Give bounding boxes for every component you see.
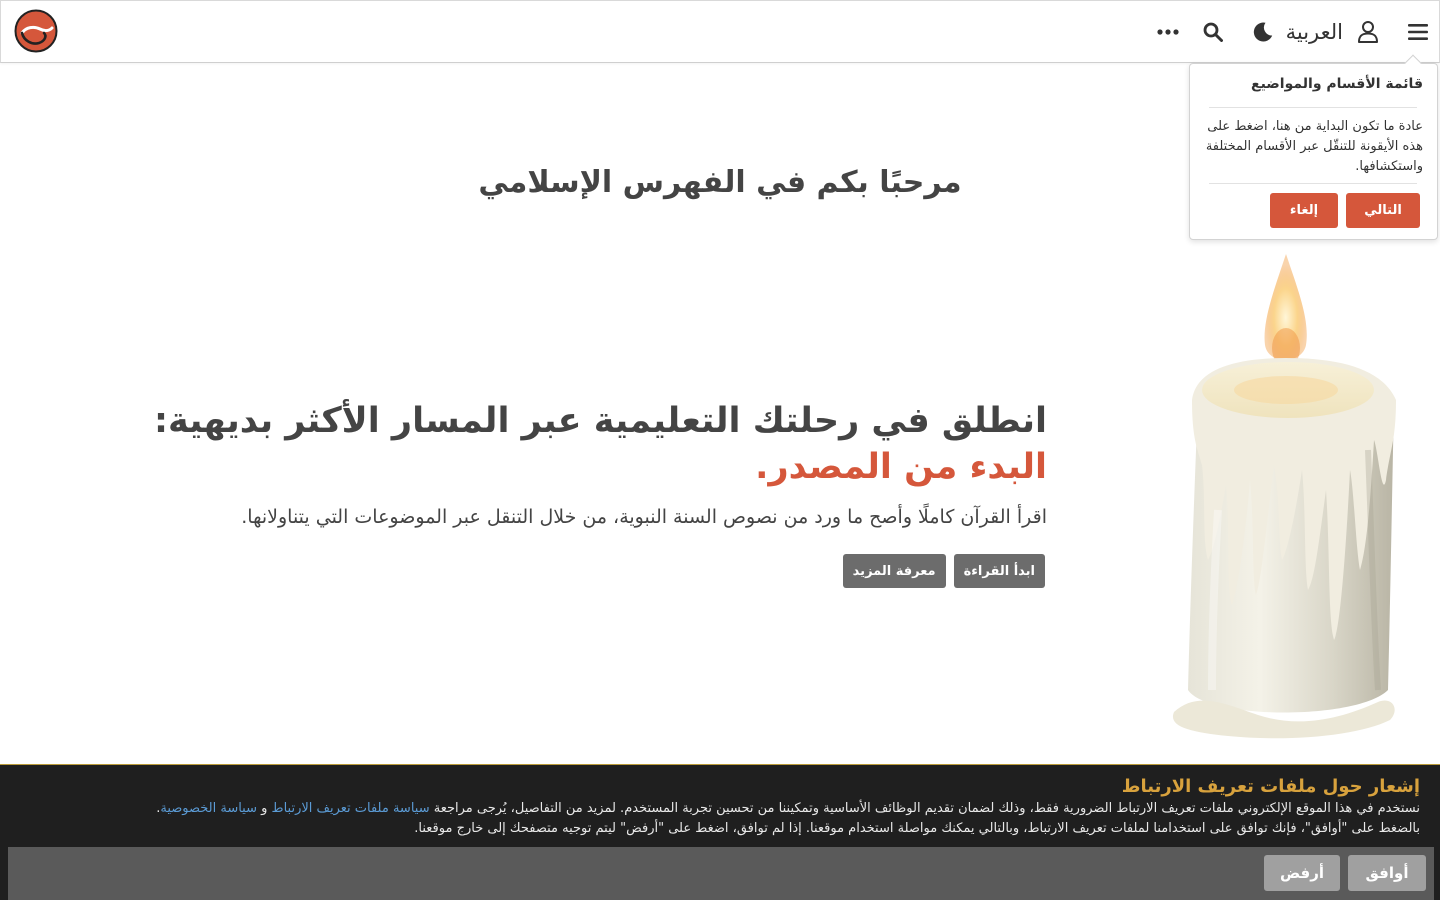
- popover-divider: [1209, 107, 1417, 108]
- ellipsis-icon[interactable]: [1153, 17, 1183, 47]
- cookie-text-line-2: بالضغط على "أوافق"، فإنك توافق على استخد…: [414, 821, 1420, 836]
- popover-divider: [1209, 183, 1417, 184]
- tour-next-button[interactable]: التالي: [1346, 193, 1420, 228]
- cookie-accept-button[interactable]: أوافق: [1348, 855, 1426, 891]
- hamburger-icon[interactable]: [1403, 17, 1433, 47]
- site-logo-icon[interactable]: [14, 9, 58, 53]
- candle-image: [1168, 250, 1400, 742]
- cookie-buttons: أوافق أرفض: [1264, 855, 1426, 891]
- hero-title-main: انطلق في رحلتك التعليمية عبر المسار الأك…: [153, 401, 1047, 441]
- tour-popover: قائمة الأقسام والمواضيع عادة ما تكون الب…: [1189, 54, 1438, 240]
- cookie-text: نستخدم في هذا الموقع الإلكتروني ملفات تع…: [60, 799, 1420, 839]
- cookie-banner: إشعار حول ملفات تعريف الارتباط نستخدم في…: [0, 764, 1440, 900]
- popover-body: عادة ما تكون البداية من هنا، اضغط على هذ…: [1205, 119, 1423, 174]
- tour-cancel-button[interactable]: إلغاء: [1270, 193, 1338, 228]
- popover-buttons: التالي إلغاء: [1270, 193, 1420, 228]
- cookie-reject-button[interactable]: أرفض: [1264, 855, 1340, 891]
- hero-title-accent: البدء من المصدر.: [755, 447, 1047, 487]
- cookie-policy-link[interactable]: سياسة ملفات تعريف الارتباط: [272, 801, 430, 816]
- hero-title: انطلق في رحلتك التعليمية عبر المسار الأك…: [147, 398, 1047, 490]
- search-icon[interactable]: [1198, 17, 1228, 47]
- popover-title: قائمة الأقسام والمواضيع: [1251, 76, 1423, 92]
- learn-more-button[interactable]: معرفة المزيد: [842, 554, 946, 588]
- user-icon[interactable]: [1353, 17, 1383, 47]
- cookie-title: إشعار حول ملفات تعريف الارتباط: [1121, 776, 1420, 797]
- start-reading-button[interactable]: ابدأ القراءة: [953, 554, 1045, 588]
- cookie-text-and: و: [257, 801, 272, 816]
- hero-buttons: ابدأ القراءة معرفة المزيد: [842, 554, 1045, 588]
- cookie-text-line-1: نستخدم في هذا الموقع الإلكتروني ملفات تع…: [60, 799, 1420, 819]
- privacy-policy-link[interactable]: سياسة الخصوصية: [160, 801, 257, 816]
- moon-icon[interactable]: [1248, 17, 1278, 47]
- top-navbar: العربية: [0, 0, 1440, 63]
- cookie-text-part: نستخدم في هذا الموقع الإلكتروني ملفات تع…: [429, 801, 1420, 816]
- hero-subtitle: اقرأ القرآن كاملًا وأصح ما ورد من نصوص ا…: [241, 506, 1047, 528]
- cookie-button-bar: أوافق أرفض: [8, 847, 1434, 900]
- page: العربية مرحبًا بكم في الفهرس الإسلامي ان…: [0, 0, 1440, 900]
- language-selector[interactable]: العربية: [1286, 17, 1343, 47]
